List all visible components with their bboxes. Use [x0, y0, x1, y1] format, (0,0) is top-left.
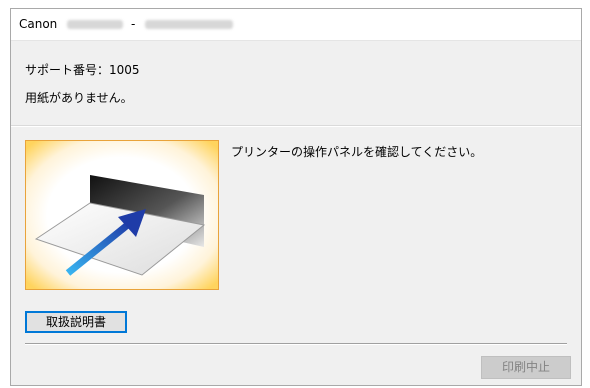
footer-divider [25, 343, 567, 345]
support-code: サポート番号：1005 [25, 63, 140, 77]
title-bar[interactable]: Canon - [11, 9, 581, 41]
cancel-printing-button[interactable]: 印刷中止 [481, 356, 571, 379]
error-message: 用紙がありません。 [25, 91, 133, 105]
manual-button[interactable]: 取扱説明書 [25, 311, 127, 333]
instruction-text: プリンターの操作パネルを確認してください。 [231, 145, 483, 159]
title-separator: - [130, 17, 136, 31]
redacted-model-name [67, 20, 124, 29]
window-title-brand: Canon [19, 17, 58, 31]
window-title: Canon - [19, 17, 234, 31]
redacted-port-name [145, 20, 234, 29]
error-dialog: Canon - サポート番号：1005 用紙がありません。 プリンターの操作パネ… [10, 8, 582, 386]
paper-feed-illustration [25, 140, 219, 290]
header-divider [11, 125, 581, 127]
paper-feed-graphic [34, 175, 206, 276]
